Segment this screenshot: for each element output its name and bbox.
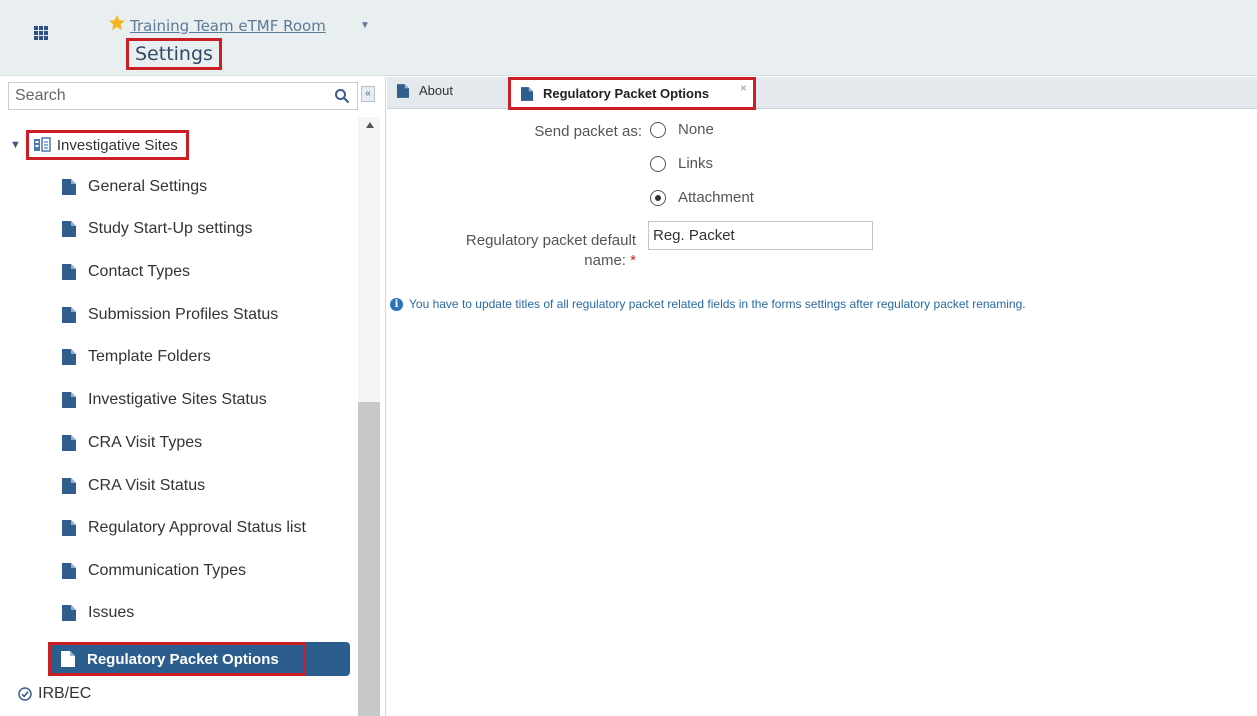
document-icon: [62, 435, 76, 451]
sidebar-item-cra-visit-status[interactable]: CRA Visit Status: [62, 471, 205, 501]
sidebar-item-label: Regulatory Approval Status list: [88, 519, 306, 536]
packet-name-label-line2-wrap: name: *: [420, 252, 636, 269]
page-title: Settings: [126, 38, 222, 70]
search-bar: [8, 82, 358, 110]
sidebar-item-contact-types[interactable]: Contact Types: [62, 257, 190, 287]
packet-name-label-line2: name:: [584, 252, 626, 269]
sidebar-item-label: Template Folders: [88, 348, 211, 365]
sidebar-item-study-start-up[interactable]: Study Start-Up settings: [62, 214, 253, 244]
radio-links-label: Links: [678, 155, 714, 172]
sidebar-item-investigative-sites-status[interactable]: Investigative Sites Status: [62, 385, 267, 415]
send-packet-label: Send packet as:: [534, 123, 642, 140]
tab-label: Regulatory Packet Options: [543, 86, 710, 101]
tree-root-label: IRB/EC: [38, 685, 92, 702]
search-input[interactable]: [9, 83, 329, 109]
sidebar-item-general-settings[interactable]: General Settings: [62, 172, 207, 202]
document-icon: [62, 392, 76, 408]
expand-caret-icon[interactable]: ▼: [10, 139, 21, 151]
sidebar-item-label: Communication Types: [88, 562, 246, 579]
sidebar-item-label: Issues: [88, 604, 135, 621]
sidebar-item-label: Regulatory Packet Options: [87, 650, 279, 668]
room-dropdown-icon[interactable]: ▼: [360, 20, 370, 31]
info-message: i You have to update titles of all regul…: [390, 297, 1026, 311]
sidebar-item-label: Submission Profiles Status: [88, 306, 279, 323]
packet-name-label-line1: Regulatory packet default: [465, 232, 636, 249]
room-name-link[interactable]: Training Team eTMF Room: [130, 17, 326, 35]
sidebar-item-label: CRA Visit Types: [88, 434, 203, 451]
packet-name-input[interactable]: [648, 221, 873, 250]
collapse-sidebar-icon[interactable]: «: [361, 86, 375, 102]
info-message-text: You have to update titles of all regulat…: [409, 297, 1026, 311]
star-icon[interactable]: [108, 14, 126, 32]
settings-sidebar: « ▼ Investigative Sites General Settings: [0, 77, 386, 716]
sidebar-item-issues[interactable]: Issues: [62, 598, 134, 628]
scrollbar-thumb[interactable]: [358, 402, 380, 716]
document-icon: [397, 83, 409, 98]
tree-root-irb-ec[interactable]: IRB/EC: [18, 685, 91, 703]
document-icon: [62, 605, 76, 621]
tree-root-box[interactable]: Investigative Sites: [25, 130, 189, 160]
document-icon: [62, 264, 76, 280]
radio-attachment-label: Attachment: [678, 189, 754, 206]
document-icon: [61, 651, 75, 667]
check-circle-icon: [18, 687, 32, 701]
sidebar-item-label: Investigative Sites Status: [88, 391, 267, 408]
radio-links[interactable]: [650, 156, 666, 172]
document-icon: [62, 563, 76, 579]
required-mark: *: [630, 252, 636, 269]
tab-label: About: [419, 83, 453, 98]
app-grid-icon[interactable]: [34, 26, 48, 40]
sites-icon: [33, 137, 51, 152]
radio-none-label: None: [678, 121, 714, 138]
sidebar-item-label: CRA Visit Status: [88, 477, 206, 494]
sidebar-item-label: General Settings: [88, 178, 208, 195]
document-icon: [62, 520, 76, 536]
tab-regulatory-packet-options[interactable]: Regulatory Packet Options ×: [508, 77, 756, 110]
document-icon: [62, 307, 76, 323]
scroll-up-icon[interactable]: [366, 122, 374, 128]
sidebar-item-submission-profiles[interactable]: Submission Profiles Status: [62, 300, 278, 330]
radio-none[interactable]: [650, 122, 666, 138]
tab-about[interactable]: About: [397, 83, 453, 98]
close-icon[interactable]: ×: [740, 81, 747, 95]
document-icon: [62, 179, 76, 195]
document-icon: [62, 221, 76, 237]
tree-root-investigative-sites[interactable]: ▼ Investigative Sites: [10, 129, 189, 161]
packet-name-label: Regulatory packet default name: *: [420, 232, 636, 269]
info-icon: i: [390, 297, 403, 311]
radio-attachment[interactable]: [650, 190, 666, 206]
sidebar-item-regulatory-packet-options[interactable]: Regulatory Packet Options: [48, 642, 306, 676]
document-icon: [62, 478, 76, 494]
sidebar-item-label: Contact Types: [88, 263, 190, 280]
settings-tree: ▼ Investigative Sites General Settings S…: [0, 117, 358, 716]
sidebar-item-cra-visit-types[interactable]: CRA Visit Types: [62, 428, 202, 458]
sidebar-item-communication-types[interactable]: Communication Types: [62, 556, 246, 586]
sidebar-item-label: Study Start-Up settings: [88, 220, 253, 237]
sidebar-item-template-folders[interactable]: Template Folders: [62, 342, 211, 372]
tab-bar: About Regulatory Packet Options ×: [387, 77, 1257, 110]
sidebar-item-regulatory-approval-status[interactable]: Regulatory Approval Status list: [62, 513, 306, 543]
search-icon[interactable]: [334, 88, 350, 104]
tree-root-label: Investigative Sites: [56, 136, 178, 154]
document-icon: [521, 86, 533, 101]
top-header: Training Team eTMF Room ▼ Settings: [0, 0, 1257, 76]
document-icon: [62, 349, 76, 365]
